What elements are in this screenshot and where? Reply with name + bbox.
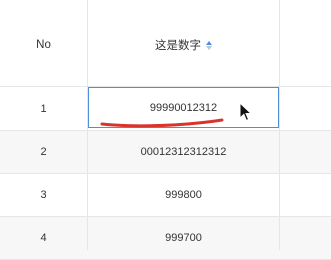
table-row[interactable]: 3 999800 — [0, 174, 331, 217]
number-value: 99990012312 — [149, 101, 218, 114]
column-divider — [279, 0, 280, 250]
row-no-cell: 3 — [0, 174, 87, 216]
header-no: No — [0, 0, 87, 88]
row-no: 2 — [40, 146, 47, 158]
number-cell[interactable]: 999700 — [88, 217, 279, 259]
red-underline-annotation — [100, 118, 224, 128]
row-no: 3 — [40, 189, 47, 201]
table-header-row: No 这是数字 — [0, 0, 331, 87]
row-no: 1 — [40, 102, 47, 115]
number-cell[interactable]: 999800 — [88, 174, 279, 216]
number-cell[interactable]: 00012312312312 — [88, 131, 279, 173]
mouse-pointer-icon — [239, 102, 253, 122]
header-no-label: No — [36, 39, 51, 51]
sort-ascending-icon[interactable] — [206, 40, 212, 50]
number-value: 999700 — [165, 232, 202, 244]
row-no-cell: 2 — [0, 131, 87, 173]
header-number-label: 这是数字 — [155, 40, 201, 52]
table-row[interactable]: 4 999700 — [0, 217, 331, 260]
header-number[interactable]: 这是数字 — [88, 0, 279, 88]
number-value: 999800 — [165, 189, 202, 201]
number-value: 00012312312312 — [140, 146, 227, 158]
row-no: 4 — [40, 232, 47, 244]
table-row[interactable]: 2 00012312312312 — [0, 131, 331, 174]
row-no-cell: 4 — [0, 217, 87, 259]
row-no-cell: 1 — [0, 87, 87, 130]
